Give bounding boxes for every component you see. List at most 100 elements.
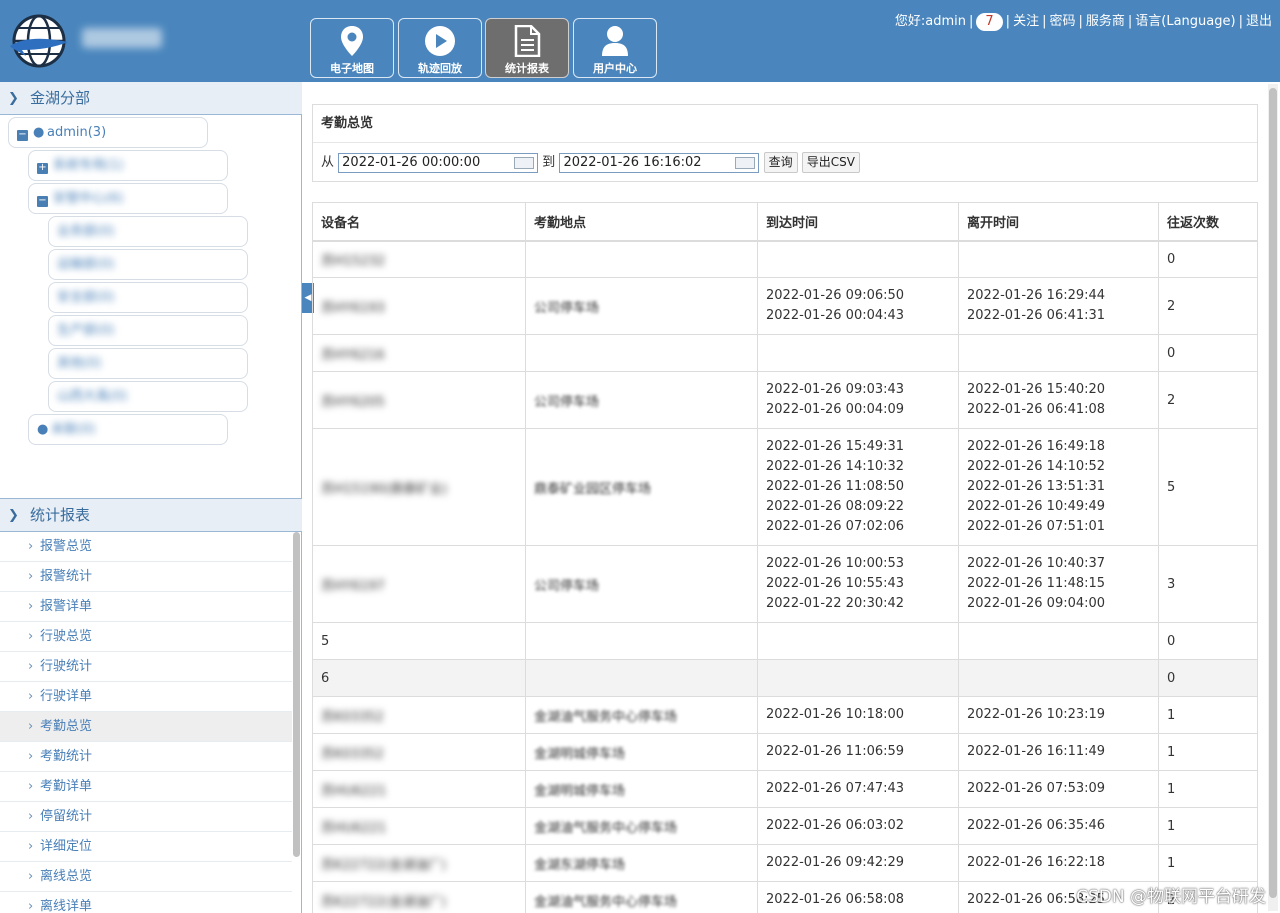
leave-time: 2022-01-26 10:49:49 — [967, 499, 1106, 514]
report-menu-item[interactable]: › 考勤统计 — [0, 742, 292, 772]
round-trip-count-cell: 3 — [1158, 545, 1258, 623]
report-menu-item[interactable]: › 报警总览 — [0, 532, 292, 562]
table-row: 苏HY6197 公司停车场 2022-01-26 10:00:53 2022-01-2… — [312, 545, 1258, 623]
expand-icon[interactable]: + — [37, 163, 48, 174]
attendance-place-cell — [525, 334, 758, 372]
round-trip-count-cell: 0 — [1158, 334, 1258, 372]
sidebar-scrollbar[interactable] — [293, 532, 300, 857]
menu-item-label: 考勤统计 — [40, 749, 93, 764]
arrival-time: 2022-01-26 00:04:09 — [766, 402, 905, 417]
chevron-right-icon: › — [28, 809, 34, 824]
tree-node-root[interactable]: − ● admin(3) — [8, 117, 208, 148]
report-menu-item[interactable]: › 停留统计 — [0, 802, 292, 832]
main-scrollbar[interactable] — [1268, 84, 1278, 911]
tree-node[interactable]: 其他(0) — [48, 348, 248, 379]
menu-item-label: 停留统计 — [40, 809, 93, 824]
attendance-place-cell: 公司停车场 — [525, 545, 758, 623]
scrollbar-thumb[interactable] — [1269, 88, 1277, 898]
column-header[interactable]: 往返次数 — [1158, 202, 1258, 242]
service-provider-link[interactable]: 服务商 — [1086, 14, 1125, 29]
query-row: 从 2022-01-26 00:00:00 到 2022-01-26 16:16… — [321, 151, 860, 173]
language-link[interactable]: 语言(Language) — [1135, 14, 1235, 29]
group-title[interactable]: ❯ 金湖分部 — [0, 82, 302, 115]
arrival-time: 2022-01-26 09:42:29 — [766, 855, 905, 870]
arrival-time-cell: 2022-01-26 09:06:50 2022-01-26 00:04:43 — [757, 277, 959, 335]
tree-node[interactable]: 山西大禹(0) — [48, 381, 248, 412]
tree-node[interactable]: − 安管中心(6) — [28, 183, 228, 214]
round-trip-count-cell: 1 — [1158, 844, 1258, 882]
leave-time-cell — [958, 240, 1159, 278]
leave-time-cell — [958, 622, 1159, 660]
calendar-icon[interactable] — [514, 156, 535, 169]
report-menu-item[interactable]: › 详细定位 — [0, 832, 292, 862]
end-date-input[interactable]: 2022-01-26 16:16:02 — [559, 152, 760, 173]
report-title[interactable]: ❯ 统计报表 — [0, 499, 302, 532]
chevron-right-icon: › — [28, 869, 34, 884]
chevron-right-icon: › — [28, 779, 34, 794]
column-header[interactable]: 设备名 — [312, 202, 526, 242]
leave-time-cell: 2022-01-26 16:29:44 2022-01-26 06:41:31 — [958, 277, 1159, 335]
query-panel: 考勤总览 从 2022-01-26 00:00:00 到 2022-01-26 … — [312, 104, 1258, 182]
chevron-right-icon: › — [28, 569, 34, 584]
report-menu-item[interactable]: › 考勤总览 — [0, 712, 292, 742]
round-trip-count-cell: 1 — [1158, 696, 1258, 734]
column-header[interactable]: 离开时间 — [958, 202, 1159, 242]
start-date-input[interactable]: 2022-01-26 00:00:00 — [338, 152, 539, 173]
attendance-place: 公司停车场 — [534, 394, 600, 410]
device-name: 苏HY6193 — [321, 300, 385, 316]
report-menu-item[interactable]: › 行驶总览 — [0, 622, 292, 652]
menu-item-label: 行驶详单 — [40, 689, 93, 704]
attendance-place-cell — [525, 659, 758, 697]
logout-link[interactable]: 退出 — [1246, 14, 1272, 29]
report-menu-item[interactable]: › 报警详单 — [0, 592, 292, 622]
collapse-icon[interactable]: − — [17, 130, 28, 141]
report-menu-item[interactable]: › 考勤详单 — [0, 772, 292, 802]
menu-item-label: 行驶统计 — [40, 659, 93, 674]
tree-node[interactable]: 业务部(0) — [48, 216, 248, 247]
device-name-cell: 苏HU6221 — [312, 770, 526, 808]
arrival-time: 2022-01-26 07:47:43 — [766, 781, 905, 796]
table-row: 苏HU6221 金湖油气服务中心停车场 2022-01-26 06:03:02 202… — [312, 807, 1258, 845]
leave-time: 2022-01-26 16:49:18 — [967, 439, 1106, 454]
report-menu-panel: ❯ 统计报表 › 报警总览 › 报警统计 › 报警详单 › 行驶总览 › 行驶统计 › 行驶详单 › 考勤… — [0, 499, 302, 913]
report-menu-item[interactable]: › 报警统计 — [0, 562, 292, 592]
password-link[interactable]: 密码 — [1049, 14, 1075, 29]
nav-track-playback-button[interactable]: 轨迹回放 — [398, 18, 482, 78]
follow-link[interactable]: 关注 — [1013, 14, 1039, 29]
user-bar: 您好:admin | 7 | 关注 | 密码 | 服务商 | 语言(Language) | 退出 — [894, 13, 1272, 31]
device-name-cell: 5 — [312, 622, 526, 660]
leave-time: 2022-01-26 06:35:46 — [967, 818, 1106, 833]
column-header[interactable]: 到达时间 — [757, 202, 959, 242]
tree-node[interactable]: ● 未联(0) — [28, 414, 228, 445]
tree-node[interactable]: 生产部(0) — [48, 315, 248, 346]
arrival-time-cell: 2022-01-26 07:47:43 — [757, 770, 959, 808]
tree-node[interactable]: 运输部(0) — [48, 249, 248, 280]
attendance-place: 金湖东湖停车场 — [534, 857, 626, 873]
report-menu-item[interactable]: › 行驶详单 — [0, 682, 292, 712]
tree-node[interactable]: + 系统专用(1) — [28, 150, 228, 181]
arrival-time: 2022-01-26 09:03:43 — [766, 382, 905, 397]
export-csv-button[interactable]: 导出CSV — [801, 152, 860, 173]
alert-count-badge[interactable]: 7 — [976, 13, 1003, 31]
tree-node[interactable]: 安全部(0) — [48, 282, 248, 313]
arrival-time-cell — [757, 622, 959, 660]
nav-electronic-map-button[interactable]: 电子地图 — [310, 18, 394, 78]
report-menu-item[interactable]: › 离线总览 — [0, 862, 292, 892]
calendar-icon[interactable] — [735, 156, 756, 169]
chevron-down-icon: ❯ — [8, 91, 19, 106]
attendance-place: 金湖油气服务中心停车场 — [534, 709, 678, 725]
leave-time-cell — [958, 334, 1159, 372]
menu-item-label: 离线详单 — [40, 899, 93, 913]
leave-time: 2022-01-26 16:29:44 — [967, 288, 1106, 303]
query-button[interactable]: 查询 — [763, 152, 798, 173]
round-trip-count-cell: 5 — [1158, 428, 1258, 546]
nav-user-center-button[interactable]: 用户中心 — [573, 18, 657, 78]
report-menu-item[interactable]: › 离线详单 — [0, 892, 292, 913]
nav-statistics-report-button[interactable]: 统计报表 — [485, 18, 569, 78]
report-menu-item[interactable]: › 行驶统计 — [0, 652, 292, 682]
column-header[interactable]: 考勤地点 — [525, 202, 758, 242]
play-icon — [425, 26, 455, 56]
collapse-icon[interactable]: − — [37, 196, 48, 207]
globe-logo-icon — [10, 14, 68, 68]
arrival-time-cell: 2022-01-26 11:06:59 — [757, 733, 959, 771]
